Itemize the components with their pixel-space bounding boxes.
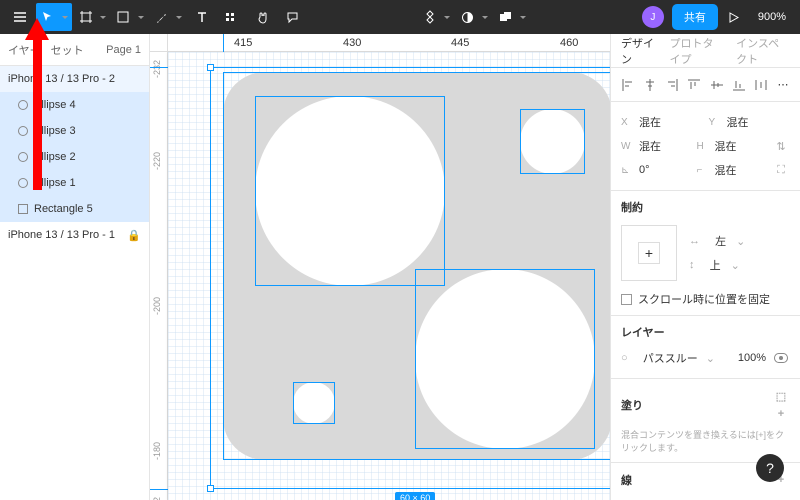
pen-tool[interactable]	[150, 3, 186, 31]
ruler-mark	[223, 34, 224, 52]
fix-scroll-checkbox[interactable]: スクロール時に位置を固定	[621, 291, 790, 307]
constraint-h[interactable]: 左	[715, 233, 726, 249]
ruler-corner	[150, 34, 168, 52]
h-value[interactable]: 混在	[715, 138, 767, 154]
component-icon[interactable]	[418, 3, 454, 31]
layer-label: Ellipse 2	[34, 151, 76, 163]
comment-tool[interactable]	[278, 3, 306, 31]
layer-label: Rectangle 5	[34, 203, 93, 215]
visibility-icon[interactable]	[772, 349, 790, 367]
y-label: Y	[709, 117, 721, 128]
inspect-tab[interactable]: インスペクト	[736, 35, 790, 67]
assets-tab[interactable]: セット	[51, 42, 84, 58]
constraints-title: 制約	[621, 199, 790, 215]
independent-corners-icon[interactable]: ⛶	[772, 161, 790, 179]
boolean-icon[interactable]	[494, 3, 530, 31]
align-center-h-icon[interactable]	[643, 77, 657, 93]
layer-item[interactable]: Ellipse 1	[0, 170, 149, 196]
layer-opacity[interactable]: 100%	[738, 352, 766, 364]
design-tab[interactable]: デザイン	[621, 35, 657, 67]
dimensions-label: 60 × 60	[395, 492, 435, 500]
lock-icon: 🔒	[127, 229, 141, 242]
rotation-icon: ⊾	[621, 165, 633, 176]
ellipse-icon	[18, 126, 28, 136]
menu-button[interactable]	[6, 3, 34, 31]
shape-tool[interactable]	[112, 3, 148, 31]
present-button[interactable]	[720, 3, 748, 31]
fill-title: 塗り	[621, 397, 643, 413]
align-right-icon[interactable]	[665, 77, 679, 93]
distribute-icon[interactable]	[754, 77, 768, 93]
user-avatar[interactable]: J	[642, 6, 664, 28]
move-tool[interactable]	[36, 3, 72, 31]
rectangle-icon	[18, 204, 28, 214]
frame-tool[interactable]	[74, 3, 110, 31]
style-icon[interactable]: ⬚	[772, 387, 790, 405]
properties-panel: デザイン プロトタイプ インスペクト ⋯ X 混在 Y 混在 W 混在 H 混在 ⇅	[610, 34, 800, 500]
mask-icon[interactable]	[456, 3, 492, 31]
help-button[interactable]: ?	[756, 454, 784, 482]
ellipse-icon	[18, 178, 28, 188]
x-label: X	[621, 117, 633, 128]
align-controls: ⋯	[611, 68, 800, 102]
blend-mode[interactable]: パススルー	[643, 350, 698, 366]
ruler-vertical: -232 -220 -200 -180 -172	[150, 52, 168, 500]
layers-panel: イヤー セット Page 1 iPhone 13 / 13 Pro - 2 El…	[0, 34, 150, 500]
x-value[interactable]: 混在	[639, 114, 703, 130]
stroke-title: 線	[621, 472, 632, 488]
layer-label: Ellipse 4	[34, 99, 76, 111]
layer-item[interactable]: Ellipse 4	[0, 92, 149, 118]
link-dims-icon[interactable]: ⇅	[772, 137, 790, 155]
ellipse-icon	[18, 100, 28, 110]
top-toolbar: J 共有 900%	[0, 0, 800, 34]
fill-note: 混合コンテンツを置き換えるには[+]をクリックします。	[621, 429, 790, 454]
constraints-widget[interactable]: +	[621, 225, 677, 281]
page-selector[interactable]: Page 1	[106, 44, 141, 56]
h-label: H	[697, 141, 709, 152]
add-fill-icon[interactable]: +	[772, 405, 790, 423]
ruler-horizontal: 415 430 445 460 475	[168, 34, 610, 52]
constraint-v[interactable]: 上	[710, 257, 721, 273]
ruler-mark	[150, 67, 168, 68]
layer-item[interactable]: Ellipse 2	[0, 144, 149, 170]
y-value[interactable]: 混在	[727, 114, 791, 130]
layer-label: Ellipse 3	[34, 125, 76, 137]
resources-tool[interactable]	[218, 3, 246, 31]
text-tool[interactable]	[188, 3, 216, 31]
align-left-icon[interactable]	[621, 77, 635, 93]
ruler-mark	[150, 489, 168, 490]
prototype-tab[interactable]: プロトタイプ	[669, 35, 724, 67]
layer-label: Ellipse 1	[34, 177, 76, 189]
frame-header[interactable]: iPhone 13 / 13 Pro - 2	[0, 66, 149, 92]
align-center-v-icon[interactable]	[710, 77, 724, 93]
align-bottom-icon[interactable]	[732, 77, 746, 93]
w-value[interactable]: 混在	[639, 138, 691, 154]
more-icon[interactable]: ⋯	[776, 77, 790, 93]
ellipse-icon	[18, 152, 28, 162]
layer-item[interactable]: Ellipse 3	[0, 118, 149, 144]
canvas[interactable]: 415 430 445 460 475 -232 -220 -200 -180 …	[150, 34, 610, 500]
radius-value[interactable]: 混在	[715, 162, 767, 178]
radius-icon: ⌐	[697, 165, 709, 176]
layer-section-title: レイヤー	[621, 324, 790, 340]
zoom-level[interactable]: 900%	[750, 11, 794, 23]
align-top-icon[interactable]	[687, 77, 701, 93]
layer-item[interactable]: Rectangle 5	[0, 196, 149, 222]
hand-tool[interactable]	[248, 3, 276, 31]
w-label: W	[621, 141, 633, 152]
frame-locked[interactable]: iPhone 13 / 13 Pro - 1🔒	[0, 222, 149, 248]
layers-tab[interactable]: イヤー	[8, 42, 41, 58]
share-button[interactable]: 共有	[672, 4, 718, 30]
rotation-value[interactable]: 0°	[639, 164, 691, 176]
